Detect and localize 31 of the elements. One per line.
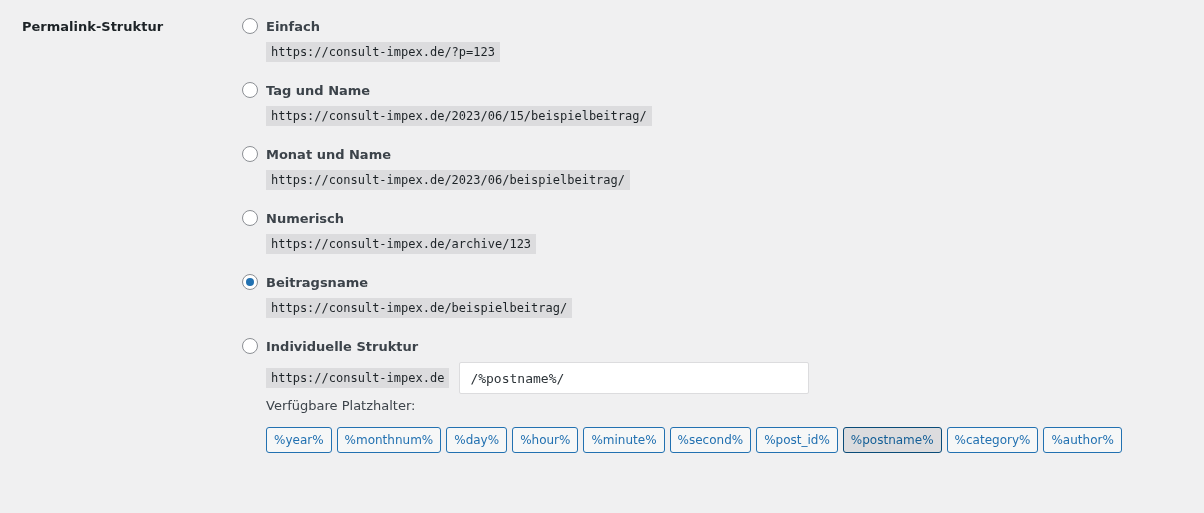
tag-button[interactable]: %year%	[266, 427, 332, 453]
tag-button[interactable]: %post_id%	[756, 427, 838, 453]
tag-button[interactable]: %monthnum%	[336, 427, 442, 453]
structure-field[interactable]: /%postname%/	[459, 362, 810, 394]
url-example: https://consult-impex.de/?p=123	[266, 42, 500, 62]
url-example: https://consult-impex.de/2023/06/beispielbeitrag/	[266, 170, 630, 190]
option-label: Numerisch	[266, 210, 345, 226]
radio-button[interactable]	[242, 338, 258, 354]
radio-button[interactable]	[242, 82, 258, 98]
tag-button[interactable]: %category%	[946, 427, 1039, 453]
placeholders-label: Verfügbare Platzhalter:	[266, 398, 417, 413]
tag-button[interactable]: %minute%	[583, 427, 665, 453]
radio-button[interactable]	[242, 18, 258, 34]
option-label: Individuelle Struktur	[266, 338, 419, 354]
option-label: Beitragsname	[266, 274, 368, 290]
url-example: https://consult-impex.de/archive/123	[266, 234, 537, 254]
radio-button[interactable]	[242, 146, 258, 162]
option-label: Monat und Name	[266, 146, 391, 162]
tag-button[interactable]: %author%	[1043, 427, 1122, 453]
tag-button[interactable]: %second%	[669, 427, 752, 453]
url-example: https://consult-impex.de/2023/06/15/beispielbeitrag/	[266, 106, 652, 126]
tag-button[interactable]: %postname%	[842, 427, 942, 453]
tag-button[interactable]: %hour%	[512, 427, 579, 453]
tag-button[interactable]: %day%	[446, 427, 508, 453]
radio-button[interactable]	[242, 274, 258, 290]
url-example: https://consult-impex.de/beispielbeitrag/	[266, 298, 573, 318]
url-prefix: https://consult-impex.de	[266, 368, 450, 388]
option-label: Tag und Name	[266, 82, 371, 98]
option-label: Einfach	[266, 18, 320, 34]
field-label: Permalink-Struktur	[22, 18, 165, 36]
radio-button[interactable]	[242, 210, 258, 226]
